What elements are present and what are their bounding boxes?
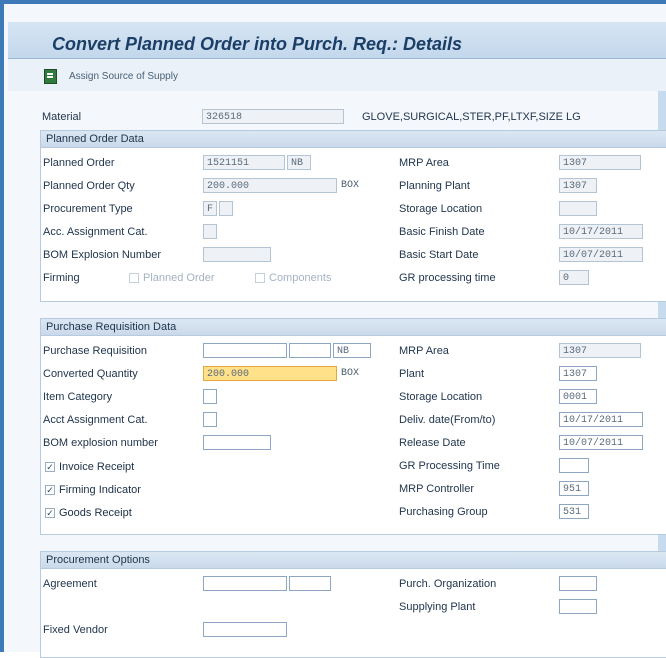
basic-start-date-field[interactable]: 10/07/2011 — [559, 247, 643, 262]
agreement-field[interactable] — [203, 576, 287, 591]
checkbox-label: Planned Order — [143, 272, 215, 284]
supplying-plant-field[interactable] — [559, 599, 597, 614]
planned-order-label: Planned Order — [43, 157, 115, 169]
purchasing-group-label: Purchasing Group — [399, 506, 488, 518]
mrp-controller-label: MRP Controller — [399, 483, 474, 495]
release-date-field[interactable]: 10/07/2011 — [559, 435, 643, 450]
procurement-type-label: Procurement Type — [43, 203, 133, 215]
basic-finish-date-label: Basic Finish Date — [399, 226, 485, 238]
purch-organization-label: Purch. Organization — [399, 578, 497, 590]
bom-explosion-number-field[interactable] — [203, 435, 271, 450]
checkbox-box — [129, 273, 139, 283]
checkbox-label: Invoice Receipt — [59, 461, 135, 473]
release-date-label: Release Date — [399, 437, 466, 449]
procurement-type-extra-field[interactable] — [219, 201, 233, 216]
mrp-area-field[interactable]: 1307 — [559, 343, 641, 358]
checkmark-icon: ✓ — [45, 508, 55, 518]
storage-location-field[interactable] — [559, 201, 597, 216]
procurement-type-field[interactable]: F — [203, 201, 217, 216]
fixed-vendor-label: Fixed Vendor — [43, 624, 108, 636]
agreement-item-field[interactable] — [289, 576, 331, 591]
supplying-plant-label: Supplying Plant — [399, 601, 476, 613]
goods-receipt-checkbox[interactable]: ✓ Goods Receipt — [45, 507, 132, 519]
planned-order-section: Planned Order Data Planned Order 1521151… — [40, 130, 666, 302]
gr-processing-time-label: GR Processing Time — [399, 460, 500, 472]
section-header: Procurement Options — [41, 552, 666, 569]
converted-quantity-label: Converted Quantity — [43, 368, 138, 380]
document-icon — [44, 68, 57, 84]
assign-source-of-supply-label: Assign Source of Supply — [69, 70, 178, 82]
deliv-date-label: Deliv. date(From/to) — [399, 414, 496, 426]
assign-source-of-supply-button[interactable]: Assign Source of Supply — [44, 67, 178, 85]
basic-finish-date-field[interactable]: 10/17/2011 — [559, 224, 643, 239]
acc-assignment-field[interactable] — [203, 224, 217, 239]
checkbox-label: Goods Receipt — [59, 507, 132, 519]
checkmark-icon: ✓ — [45, 462, 55, 472]
purchase-requisition-section: Purchase Requisition Data Purchase Requi… — [40, 318, 666, 535]
mrp-area-field[interactable]: 1307 — [559, 155, 641, 170]
purchasing-group-field[interactable]: 531 — [559, 504, 589, 519]
firming-planned-order-checkbox[interactable]: Planned Order — [129, 272, 215, 284]
deliv-date-field[interactable]: 10/17/2011 — [559, 412, 643, 427]
agreement-label: Agreement — [43, 578, 97, 590]
item-category-field[interactable] — [203, 389, 217, 404]
section-header: Purchase Requisition Data — [41, 319, 666, 336]
purchase-requisition-type-field[interactable]: NB — [333, 343, 371, 358]
purchase-requisition-label: Purchase Requisition — [43, 345, 147, 357]
acct-assignment-field[interactable] — [203, 412, 217, 427]
mrp-area-label: MRP Area — [399, 345, 449, 357]
basic-start-date-label: Basic Start Date — [399, 249, 479, 261]
material-row: Material 326518 GLOVE,SURGICAL,STER,PF,L… — [40, 108, 666, 128]
firming-components-checkbox[interactable]: Components — [255, 272, 331, 284]
item-category-label: Item Category — [43, 391, 113, 403]
planning-plant-field[interactable]: 1307 — [559, 178, 597, 193]
purchase-requisition-field[interactable] — [203, 343, 287, 358]
mrp-area-label: MRP Area — [399, 157, 449, 169]
application-toolbar: Assign Source of Supply — [8, 59, 666, 91]
storage-location-label: Storage Location — [399, 391, 483, 403]
fixed-vendor-field[interactable] — [203, 622, 287, 637]
checkmark-icon: ✓ — [45, 485, 55, 495]
planned-order-qty-label: Planned Order Qty — [43, 180, 135, 192]
gr-processing-time-field[interactable]: 0 — [559, 270, 589, 285]
firming-indicator-checkbox[interactable]: ✓ Firming Indicator — [45, 484, 141, 496]
converted-quantity-field[interactable]: 200.000 — [203, 366, 337, 381]
planned-order-field[interactable]: 1521151 — [203, 155, 285, 170]
gr-processing-time-label: GR processing time — [399, 272, 496, 284]
purchase-requisition-item-field[interactable] — [289, 343, 331, 358]
checkbox-box — [255, 273, 265, 283]
sap-window: Convert Planned Order into Purch. Req.: … — [0, 0, 666, 658]
converted-quantity-unit: BOX — [341, 368, 360, 379]
storage-location-field[interactable]: 0001 — [559, 389, 597, 404]
title-bar: Convert Planned Order into Purch. Req.: … — [8, 22, 666, 59]
section-header: Planned Order Data — [41, 131, 666, 148]
mrp-controller-field[interactable]: 951 — [559, 481, 589, 496]
bom-explosion-label: BOM Explosion Number — [43, 249, 161, 261]
planning-plant-label: Planning Plant — [399, 180, 470, 192]
storage-location-label: Storage Location — [399, 203, 483, 215]
bom-explosion-number-label: BOM explosion number — [43, 437, 158, 449]
invoice-receipt-checkbox[interactable]: ✓ Invoice Receipt — [45, 461, 134, 473]
gr-processing-time-field[interactable] — [559, 458, 589, 473]
material-label: Material — [42, 111, 82, 123]
bom-explosion-field[interactable] — [203, 247, 271, 262]
checkbox-label: Components — [269, 272, 332, 284]
checkbox-label: Firming Indicator — [59, 484, 141, 496]
planned-order-type-field[interactable]: NB — [287, 155, 311, 170]
acc-assignment-label: Acc. Assignment Cat. — [43, 226, 148, 238]
material-field[interactable]: 326518 — [202, 109, 344, 124]
purch-organization-field[interactable] — [559, 576, 597, 591]
planned-order-qty-field[interactable]: 200.000 — [203, 178, 337, 193]
planned-order-qty-unit: BOX — [341, 180, 360, 191]
acct-assignment-label: Acct Assignment Cat. — [43, 414, 148, 426]
plant-field[interactable]: 1307 — [559, 366, 597, 381]
firming-label: Firming — [43, 272, 80, 284]
material-description: GLOVE,SURGICAL,STER,PF,LTXF,SIZE LG — [362, 111, 581, 123]
procurement-options-section: Procurement Options Agreement Fixed Vend… — [40, 551, 666, 658]
plant-label: Plant — [399, 368, 425, 380]
page-title: Convert Planned Order into Purch. Req.: … — [52, 34, 463, 54]
